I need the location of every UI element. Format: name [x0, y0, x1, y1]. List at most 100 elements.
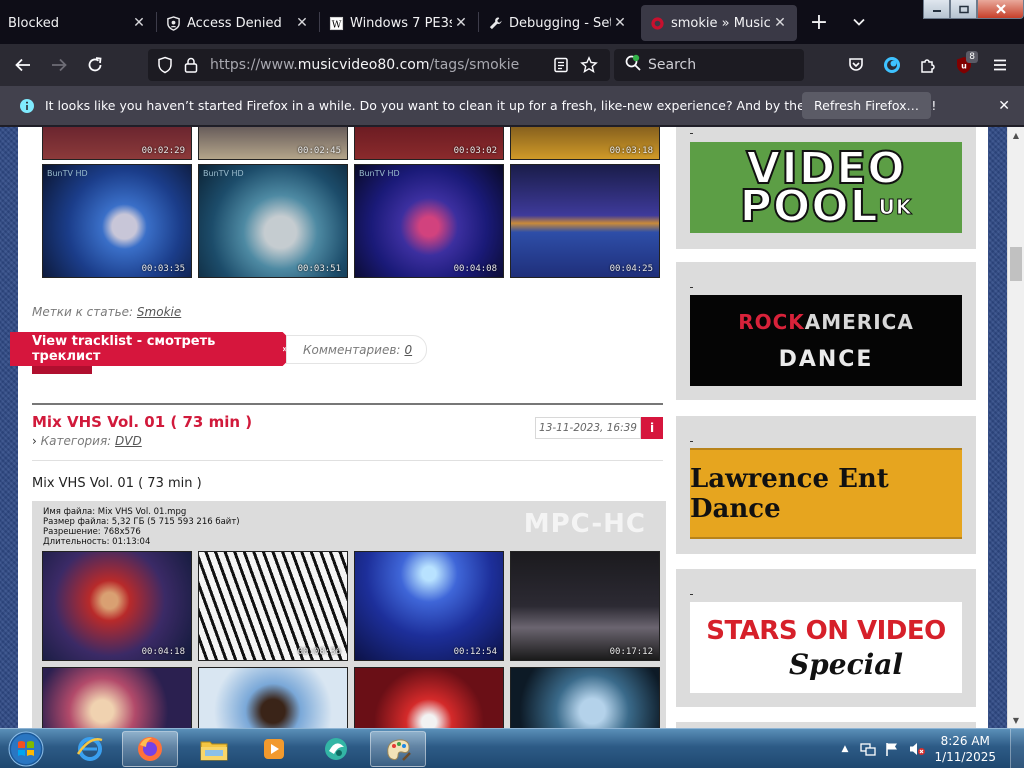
show-desktop-button[interactable]: [1010, 729, 1024, 768]
start-button[interactable]: [4, 729, 48, 768]
info-icon: [19, 98, 35, 114]
page-content: 00:02:29 00:02:45 00:03:02 00:03:18 BunT…: [10, 127, 988, 728]
forward-arrow-icon[interactable]: [43, 49, 75, 81]
firefox-taskbar-icon[interactable]: [122, 731, 178, 767]
card-dash: [690, 441, 693, 442]
paint-taskbar-icon[interactable]: [370, 731, 426, 767]
banner-text: STARS ON VIDEO: [706, 615, 946, 646]
mpc-thumbnail-sheet[interactable]: Имя файла: Mix VHS Vol. 01.mpg Размер фа…: [32, 501, 666, 728]
bookmark-star-icon[interactable]: [580, 56, 598, 78]
timestamp: 00:03:35: [141, 264, 185, 274]
url-domain: musicvideo80.com: [297, 57, 430, 73]
restore-button[interactable]: [950, 0, 977, 19]
vpn-globe-icon[interactable]: [876, 49, 908, 81]
video-thumbnail[interactable]: 00:03:02: [354, 127, 504, 160]
timestamp: 00:08:36: [297, 647, 341, 657]
shield-icon[interactable]: [156, 56, 174, 78]
video-thumbnail[interactable]: BunTV HD 00:04:08: [354, 164, 504, 278]
rock-america-dance-banner[interactable]: ROCKAMERICA DANCE: [690, 295, 962, 386]
close-window-button[interactable]: [977, 0, 1024, 19]
tab-blocked[interactable]: Blocked ✕: [0, 5, 156, 41]
pocket-icon[interactable]: [840, 49, 872, 81]
volume-muted-icon[interactable]: [908, 741, 926, 757]
close-tab-icon[interactable]: ✕: [130, 14, 148, 32]
action-center-flag-icon[interactable]: [884, 741, 900, 757]
timestamp: 00:03:02: [453, 146, 497, 156]
extension-badge: 8: [966, 51, 978, 63]
video-thumbnail: [198, 667, 348, 728]
extensions-puzzle-icon[interactable]: [912, 49, 944, 81]
lock-icon[interactable]: [182, 56, 200, 78]
video-thumbnail[interactable]: 00:02:29: [42, 127, 192, 160]
scroll-up-icon[interactable]: ▲: [1008, 127, 1024, 143]
url-text[interactable]: https://www.musicvideo80.com/tags/smokie: [210, 57, 519, 73]
video-thumbnail[interactable]: 00:04:25: [510, 164, 660, 278]
close-tab-icon[interactable]: ✕: [611, 14, 629, 32]
category-label: Категория:: [40, 434, 112, 448]
post-info-button[interactable]: i: [641, 417, 663, 439]
refresh-firefox-button[interactable]: Refresh Firefox…: [802, 92, 932, 119]
view-tracklist-button[interactable]: View tracklist - смотреть треклист »»»»: [10, 332, 300, 366]
reload-icon[interactable]: [79, 49, 111, 81]
category-link-dvd[interactable]: DVD: [115, 434, 142, 448]
video-thumbnail[interactable]: 00:02:45: [198, 127, 348, 160]
close-notification-icon[interactable]: ✕: [998, 98, 1010, 114]
file-metadata: Имя файла: Mix VHS Vol. 01.mpg Размер фа…: [43, 507, 240, 547]
banner-suffix: UK: [878, 194, 913, 219]
back-arrow-icon[interactable]: [7, 49, 39, 81]
scrollbar-thumb[interactable]: [1010, 247, 1022, 281]
comments-link[interactable]: 0: [404, 343, 412, 357]
network-icon[interactable]: [860, 741, 877, 757]
card-dash: [690, 594, 693, 595]
new-tab-button[interactable]: +: [803, 6, 835, 38]
mpc-brand-logo: MPC-HC: [523, 509, 646, 539]
scroll-down-icon[interactable]: ▼: [1008, 712, 1024, 728]
video-thumbnail[interactable]: BunTV HD 00:03:35: [42, 164, 192, 278]
video-thumbnail[interactable]: BunTV HD 00:03:51: [198, 164, 348, 278]
meta-resolution: Разрешение: 768x576: [43, 527, 141, 537]
thumbnail-row: BunTV HD 00:03:35 BunTV HD 00:03:51 BunT…: [42, 164, 660, 278]
tag-link-smokie[interactable]: Smokie: [137, 305, 181, 319]
app-taskbar-icon[interactable]: [308, 731, 364, 767]
show-hidden-icons[interactable]: ▲: [842, 744, 849, 754]
chevron-down-icon[interactable]: [843, 6, 875, 38]
close-tab-icon[interactable]: ✕: [771, 14, 789, 32]
stars-on-video-banner[interactable]: STARS ON VIDEO Special: [690, 602, 962, 693]
mpc-thumbnail-grid: 00:04:18 00:08:36 00:12:54 00:17:12: [42, 551, 660, 728]
clock-date: 1/11/2025: [934, 750, 996, 764]
channel-logo: BunTV HD: [47, 169, 88, 178]
address-bar[interactable]: https://www.musicvideo80.com/tags/smokie: [148, 49, 610, 81]
video-thumbnail[interactable]: 00:03:18: [510, 127, 660, 160]
comments-label: Комментариев:: [303, 342, 401, 357]
sidebar-card: STARS ON VIDEO Special: [676, 569, 976, 707]
taskbar-clock[interactable]: 8:26 AM 1/11/2025: [934, 733, 996, 765]
video-thumbnail: 00:04:18: [42, 551, 192, 661]
close-tab-icon[interactable]: ✕: [452, 14, 470, 32]
timestamp: 00:17:12: [609, 647, 653, 657]
search-engine-icon[interactable]: [624, 54, 642, 76]
close-tab-icon[interactable]: ✕: [293, 14, 311, 32]
minimize-button[interactable]: [923, 0, 950, 19]
tab-smokie[interactable]: smokie » MusicVid ✕: [641, 5, 797, 41]
timestamp: 00:03:18: [609, 146, 653, 156]
ublock-origin-icon[interactable]: u 8: [948, 49, 980, 81]
chevron-right-icon: ›: [32, 434, 37, 448]
video-pool-uk-banner[interactable]: VIDEO POOLUK: [690, 142, 962, 233]
tab-title: Access Denied: [187, 15, 282, 31]
tab-windows7[interactable]: W Windows 7 PE3s x6… ✕: [320, 5, 478, 41]
reader-view-icon[interactable]: [552, 56, 570, 78]
search-bar[interactable]: Search: [614, 49, 804, 81]
file-explorer-icon[interactable]: [186, 731, 242, 767]
site-icon: [649, 15, 665, 31]
windows-taskbar: ▲ 8:26 AM 1/11/2025: [0, 728, 1024, 768]
internet-explorer-icon[interactable]: [62, 731, 118, 767]
video-thumbnail: [510, 667, 660, 728]
lawrence-ent-dance-banner[interactable]: Lawrence Ent Dance: [690, 448, 962, 539]
media-player-icon[interactable]: [246, 731, 302, 767]
page-scrollbar[interactable]: ▲ ▼: [1007, 127, 1024, 728]
tab-access-denied[interactable]: Access Denied ✕: [157, 5, 319, 41]
hamburger-menu-icon[interactable]: [984, 49, 1016, 81]
post-title[interactable]: Mix VHS Vol. 01 ( 73 min ): [32, 413, 252, 431]
post-divider: [32, 403, 663, 405]
tab-debugging[interactable]: Debugging - Setup ✕: [479, 5, 637, 41]
